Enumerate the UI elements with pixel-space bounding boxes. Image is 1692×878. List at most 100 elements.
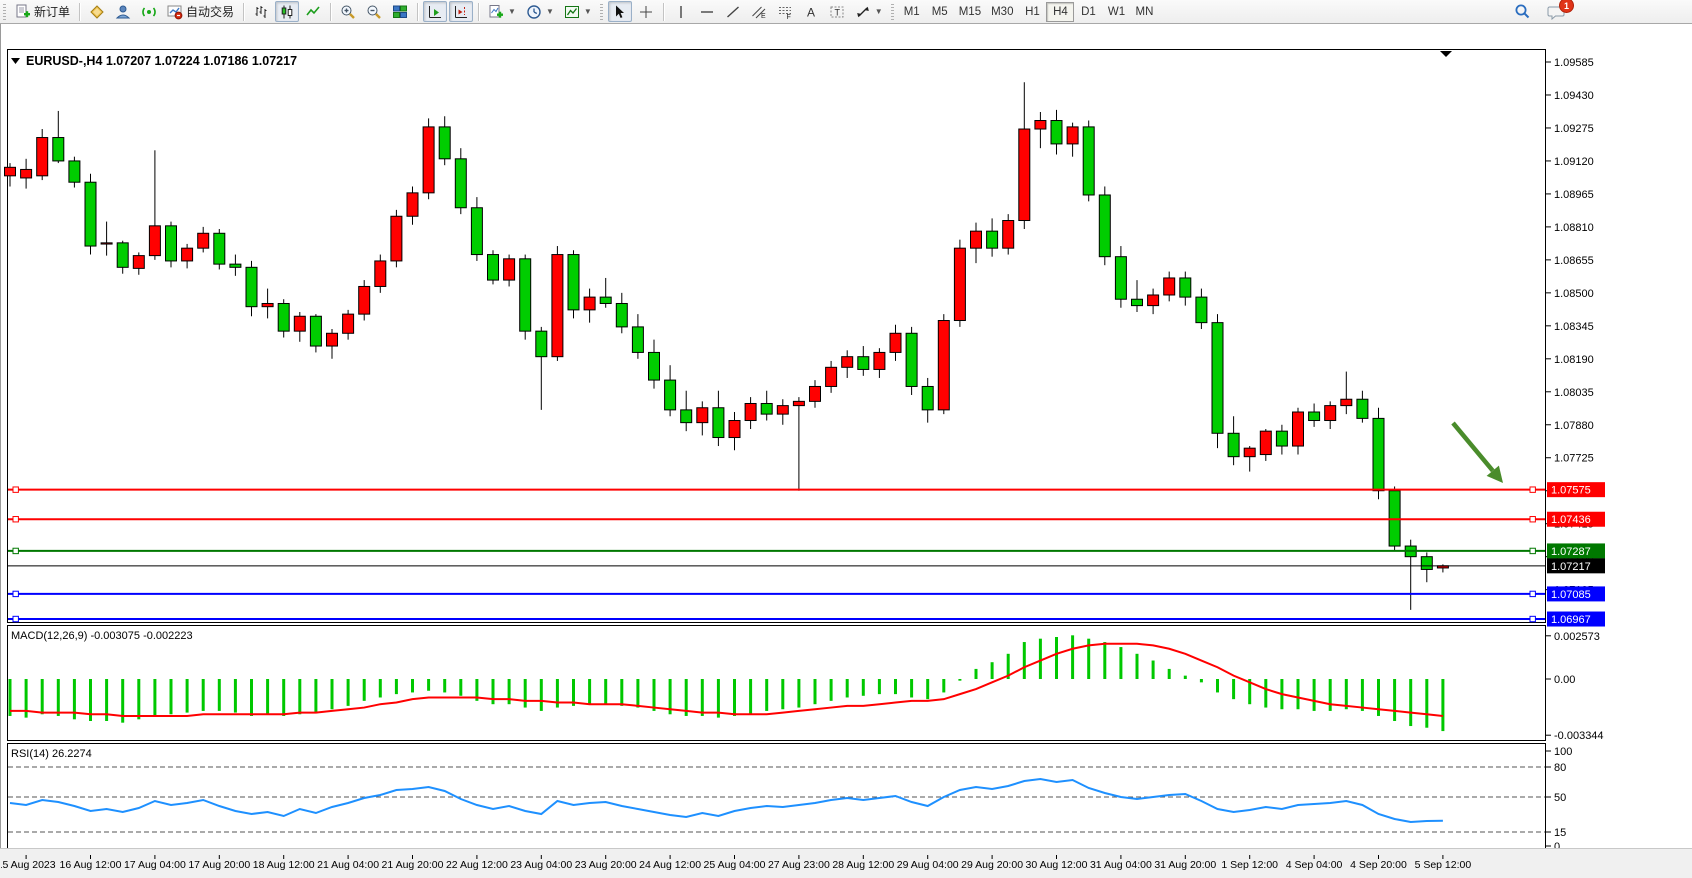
period-button-m5[interactable]: M5 [926, 2, 954, 22]
chevron-down-icon: ▼ [875, 7, 883, 16]
svg-text:21 Aug 20:00: 21 Aug 20:00 [382, 859, 444, 871]
chart-shift-button[interactable] [449, 1, 473, 22]
notifications-button[interactable]: 1 [1543, 1, 1569, 22]
autotrade-button[interactable]: 自动交易 [163, 1, 238, 22]
text-button[interactable]: A [799, 1, 823, 22]
signals-button[interactable] [137, 1, 161, 22]
trendline-button[interactable] [721, 1, 745, 22]
svg-text:F: F [786, 14, 790, 20]
text-icon: A [803, 4, 819, 20]
svg-text:50: 50 [1554, 792, 1566, 804]
svg-text:29 Aug 04:00: 29 Aug 04:00 [897, 859, 959, 871]
timeframes-clock-icon [526, 4, 542, 20]
svg-text:1.08035: 1.08035 [1554, 387, 1594, 399]
svg-text:1.07880: 1.07880 [1554, 420, 1594, 432]
svg-text:1.07436: 1.07436 [1551, 514, 1591, 526]
period-button-m30[interactable]: M30 [986, 2, 1018, 22]
market-watch-button[interactable] [85, 1, 109, 22]
svg-text:1.09275: 1.09275 [1554, 123, 1594, 135]
tile-windows-button[interactable] [388, 1, 412, 22]
bar-chart-button[interactable] [249, 1, 273, 22]
cursor-button[interactable] [608, 1, 632, 22]
notification-badge: 1 [1559, 0, 1574, 13]
svg-text:1.07217: 1.07217 [1551, 561, 1591, 573]
period-group: M1 M5 M15 M30 H1 H4 D1 W1 MN [898, 2, 1159, 22]
timeframes-button[interactable]: ▼ [522, 1, 558, 22]
svg-text:100: 100 [1554, 746, 1572, 758]
crosshair-icon [638, 4, 654, 20]
svg-text:-0.003344: -0.003344 [1554, 730, 1604, 742]
fibonacci-button[interactable]: F [773, 1, 797, 22]
svg-text:23 Aug 04:00: 23 Aug 04:00 [510, 859, 572, 871]
svg-text:15: 15 [1554, 827, 1566, 839]
chevron-down-icon: ▼ [546, 7, 554, 16]
chevron-down-icon: ▼ [508, 7, 516, 16]
period-button-h4[interactable]: H4 [1046, 2, 1074, 22]
svg-text:1.07287: 1.07287 [1551, 546, 1591, 558]
zoom-out-icon [366, 4, 382, 20]
svg-text:1.08810: 1.08810 [1554, 222, 1594, 234]
chart-window[interactable]: 1.095851.094301.092751.091201.089651.088… [0, 24, 1692, 854]
template-icon [564, 4, 580, 20]
line-chart-icon [305, 4, 321, 20]
horizontal-line-button[interactable] [695, 1, 719, 22]
expert-advisors-button[interactable] [111, 1, 135, 22]
autotrade-label: 自动交易 [186, 3, 234, 20]
candlestick-chart-button[interactable] [275, 1, 299, 22]
separator [330, 3, 331, 21]
cursor-icon [612, 4, 628, 20]
bar-chart-icon [253, 4, 269, 20]
auto-scroll-icon [427, 4, 443, 20]
separator [243, 3, 244, 21]
period-button-w1[interactable]: W1 [1102, 2, 1130, 22]
svg-text:16 Aug 12:00: 16 Aug 12:00 [60, 859, 122, 871]
chart-shift-icon [453, 4, 469, 20]
toolbar-gripper[interactable] [3, 4, 6, 20]
autotrade-icon [167, 4, 183, 20]
market-watch-icon [89, 4, 105, 20]
search-button[interactable] [1510, 1, 1535, 22]
mt4-window: 新订单 自动交易 [0, 0, 1692, 854]
svg-text:1.08655: 1.08655 [1554, 255, 1594, 267]
time-axis: 15 Aug 202316 Aug 12:0017 Aug 04:0017 Au… [1, 854, 1471, 871]
svg-text:E: E [761, 13, 766, 20]
svg-text:A: A [807, 5, 815, 19]
vertical-line-button[interactable] [669, 1, 693, 22]
toolbar-gripper[interactable] [600, 4, 603, 20]
equidistant-channel-button[interactable]: E [747, 1, 771, 22]
svg-text:MACD(12,26,9) -0.003075 -0.002: MACD(12,26,9) -0.003075 -0.002223 [11, 630, 193, 642]
svg-text:25 Aug 04:00: 25 Aug 04:00 [704, 859, 766, 871]
zoom-out-button[interactable] [362, 1, 386, 22]
zoom-in-icon [340, 4, 356, 20]
svg-text:27 Aug 23:00: 27 Aug 23:00 [768, 859, 830, 871]
horizontal-line-icon [699, 4, 715, 20]
auto-scroll-button[interactable] [423, 1, 447, 22]
period-button-mn[interactable]: MN [1130, 2, 1158, 22]
period-button-h1[interactable]: H1 [1018, 2, 1046, 22]
new-order-icon [15, 4, 31, 20]
crosshair-button[interactable] [634, 1, 658, 22]
tile-windows-icon [392, 4, 408, 20]
arrows-tool-button[interactable]: ▼ [851, 1, 887, 22]
chart-header[interactable]: EURUSD-,H4 1.07207 1.07224 1.07186 1.072… [11, 54, 297, 68]
period-button-m1[interactable]: M1 [898, 2, 926, 22]
pane-frames [8, 50, 1546, 854]
indicators-button[interactable]: ▼ [484, 1, 520, 22]
period-button-m15[interactable]: M15 [954, 2, 986, 22]
templates-button[interactable]: ▼ [560, 1, 596, 22]
svg-text:1 Sep 12:00: 1 Sep 12:00 [1221, 859, 1278, 871]
chart-canvas[interactable]: 1.095851.094301.092751.091201.089651.088… [1, 24, 1692, 878]
svg-text:T: T [834, 7, 840, 17]
separator [663, 3, 664, 21]
fibonacci-icon: F [777, 4, 793, 20]
period-button-d1[interactable]: D1 [1074, 2, 1102, 22]
svg-text:80: 80 [1554, 762, 1566, 774]
zoom-in-button[interactable] [336, 1, 360, 22]
search-icon [1514, 3, 1531, 20]
new-order-button[interactable]: 新订单 [11, 1, 74, 22]
line-chart-button[interactable] [301, 1, 325, 22]
svg-text:28 Aug 12:00: 28 Aug 12:00 [832, 859, 894, 871]
toolbar-gripper[interactable] [891, 4, 894, 20]
text-label-button[interactable]: T [825, 1, 849, 22]
toolbar-right-group: 1 [1509, 1, 1570, 22]
